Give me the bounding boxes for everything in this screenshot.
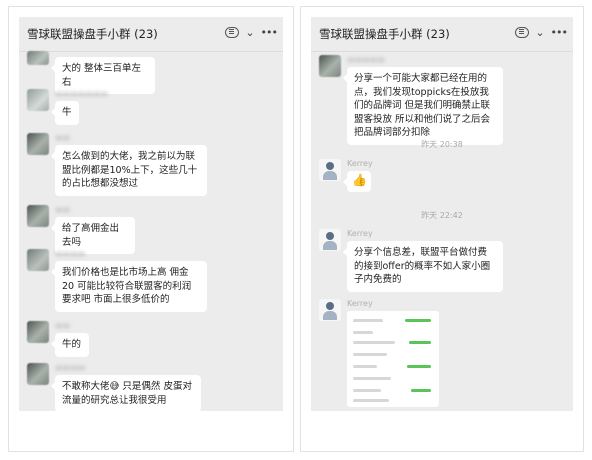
right-chat-title: 雪球联盟操盘手小群 (23) — [319, 27, 450, 41]
avatar[interactable] — [319, 299, 341, 321]
right-chat-panel: 雪球联盟操盘手小群 (23) ⌄ ••• ▬▬▬▬▬ 分享一个可能大家都已经在用… — [311, 17, 573, 411]
avatar[interactable] — [27, 205, 49, 227]
right-chat-header: 雪球联盟操盘手小群 (23) ⌄ ••• — [311, 17, 573, 52]
more-dots-icon[interactable]: ••• — [261, 26, 278, 39]
shared-screenshot-image[interactable] — [347, 311, 439, 407]
timestamp: 昨天 22:42 — [421, 211, 463, 220]
thumbs-up-icon: 👍 — [352, 173, 367, 187]
avatar[interactable] — [27, 321, 49, 343]
sender-nickname: Kerrey — [347, 229, 373, 238]
sender-nickname: ▬▬ — [55, 133, 71, 142]
chat-bubble-icon[interactable] — [515, 27, 530, 38]
message-bubble[interactable]: 牛的 — [51, 333, 89, 357]
message-text: 牛 — [62, 107, 72, 118]
avatar[interactable] — [27, 363, 49, 385]
message-bubble[interactable]: 👍 — [343, 171, 371, 192]
avatar[interactable] — [319, 159, 341, 181]
sender-nickname: ▬▬▬▬▬ — [347, 55, 385, 64]
avatar[interactable] — [27, 51, 49, 65]
left-header-tools: ⌄ ••• — [225, 26, 278, 39]
message-text: 大的 整体三百单左右 — [62, 63, 142, 88]
left-chat-header: 雪球联盟操盘手小群 (23) ⌄ ••• — [19, 17, 283, 52]
message-bubble[interactable]: 我们价格也是比市场上高 佣金20 可能比较符合联盟客的利润要求吧 市面上很多低价… — [51, 261, 207, 312]
sender-nickname: Kerrey — [347, 299, 373, 308]
sender-nickname: ▬▬▬▬ — [55, 249, 86, 258]
avatar[interactable] — [319, 55, 341, 77]
message-text: 分享个信息差，联盟平台做付费的接到offer的概率不如人家小圈子内免费的 — [354, 247, 491, 285]
avatar[interactable] — [27, 249, 49, 271]
more-dots-icon[interactable]: ••• — [551, 26, 568, 39]
left-chat-title: 雪球联盟操盘手小群 (23) — [27, 27, 158, 41]
message-bubble[interactable]: 怎么做到的大佬，我之前以为联盟比例都是10%上下，这些几十的占比想都没想过 — [51, 145, 207, 196]
message-bubble[interactable]: 牛 — [51, 101, 79, 125]
message-text: 分享一个可能大家都已经在用的点，我们发现toppicks在投放我们的品牌词 但是… — [354, 73, 491, 138]
message-bubble[interactable]: 分享个信息差，联盟平台做付费的接到offer的概率不如人家小圈子内免费的 — [343, 241, 503, 292]
timestamp: 昨天 20:38 — [421, 140, 463, 149]
message-text: 牛的 — [62, 339, 82, 350]
chevron-down-icon[interactable]: ⌄ — [535, 26, 544, 39]
avatar[interactable] — [27, 89, 49, 111]
chat-bubble-icon[interactable] — [225, 27, 240, 38]
left-chat-panel: 雪球联盟操盘手小群 (23) ⌄ ••• 大的 整体三百单左右 ▬▬▬▬▬▬▬ … — [19, 17, 283, 411]
right-header-tools: ⌄ ••• — [515, 26, 568, 39]
left-screenshot-frame: 雪球联盟操盘手小群 (23) ⌄ ••• 大的 整体三百单左右 ▬▬▬▬▬▬▬ … — [8, 6, 294, 452]
sender-nickname: ▬▬ — [55, 205, 71, 214]
chevron-down-icon[interactable]: ⌄ — [245, 26, 254, 39]
sender-nickname: Kerrey — [347, 159, 373, 168]
message-text: 给了高佣金出去吗 — [62, 223, 120, 248]
sender-nickname: ▬▬▬▬ — [55, 363, 86, 372]
message-text: 怎么做到的大佬，我之前以为联盟比例都是10%上下，这些几十的占比想都没想过 — [62, 151, 198, 189]
message-bubble[interactable]: 分享一个可能大家都已经在用的点，我们发现toppicks在投放我们的品牌词 但是… — [343, 67, 503, 145]
message-text: 不敢称大佬😅 只是偶然 皮蛋对流量的研究总让我很受用 — [62, 381, 192, 406]
sender-nickname: ▬▬ — [55, 321, 71, 330]
avatar[interactable] — [27, 133, 49, 155]
sender-nickname: ▬▬▬▬▬▬▬ — [55, 89, 108, 98]
right-screenshot-frame: 雪球联盟操盘手小群 (23) ⌄ ••• ▬▬▬▬▬ 分享一个可能大家都已经在用… — [300, 6, 584, 452]
avatar[interactable] — [319, 229, 341, 251]
message-bubble[interactable]: 不敢称大佬😅 只是偶然 皮蛋对流量的研究总让我很受用 — [51, 375, 201, 411]
message-text: 我们价格也是比市场上高 佣金20 可能比较符合联盟客的利润要求吧 市面上很多低价… — [62, 267, 192, 305]
